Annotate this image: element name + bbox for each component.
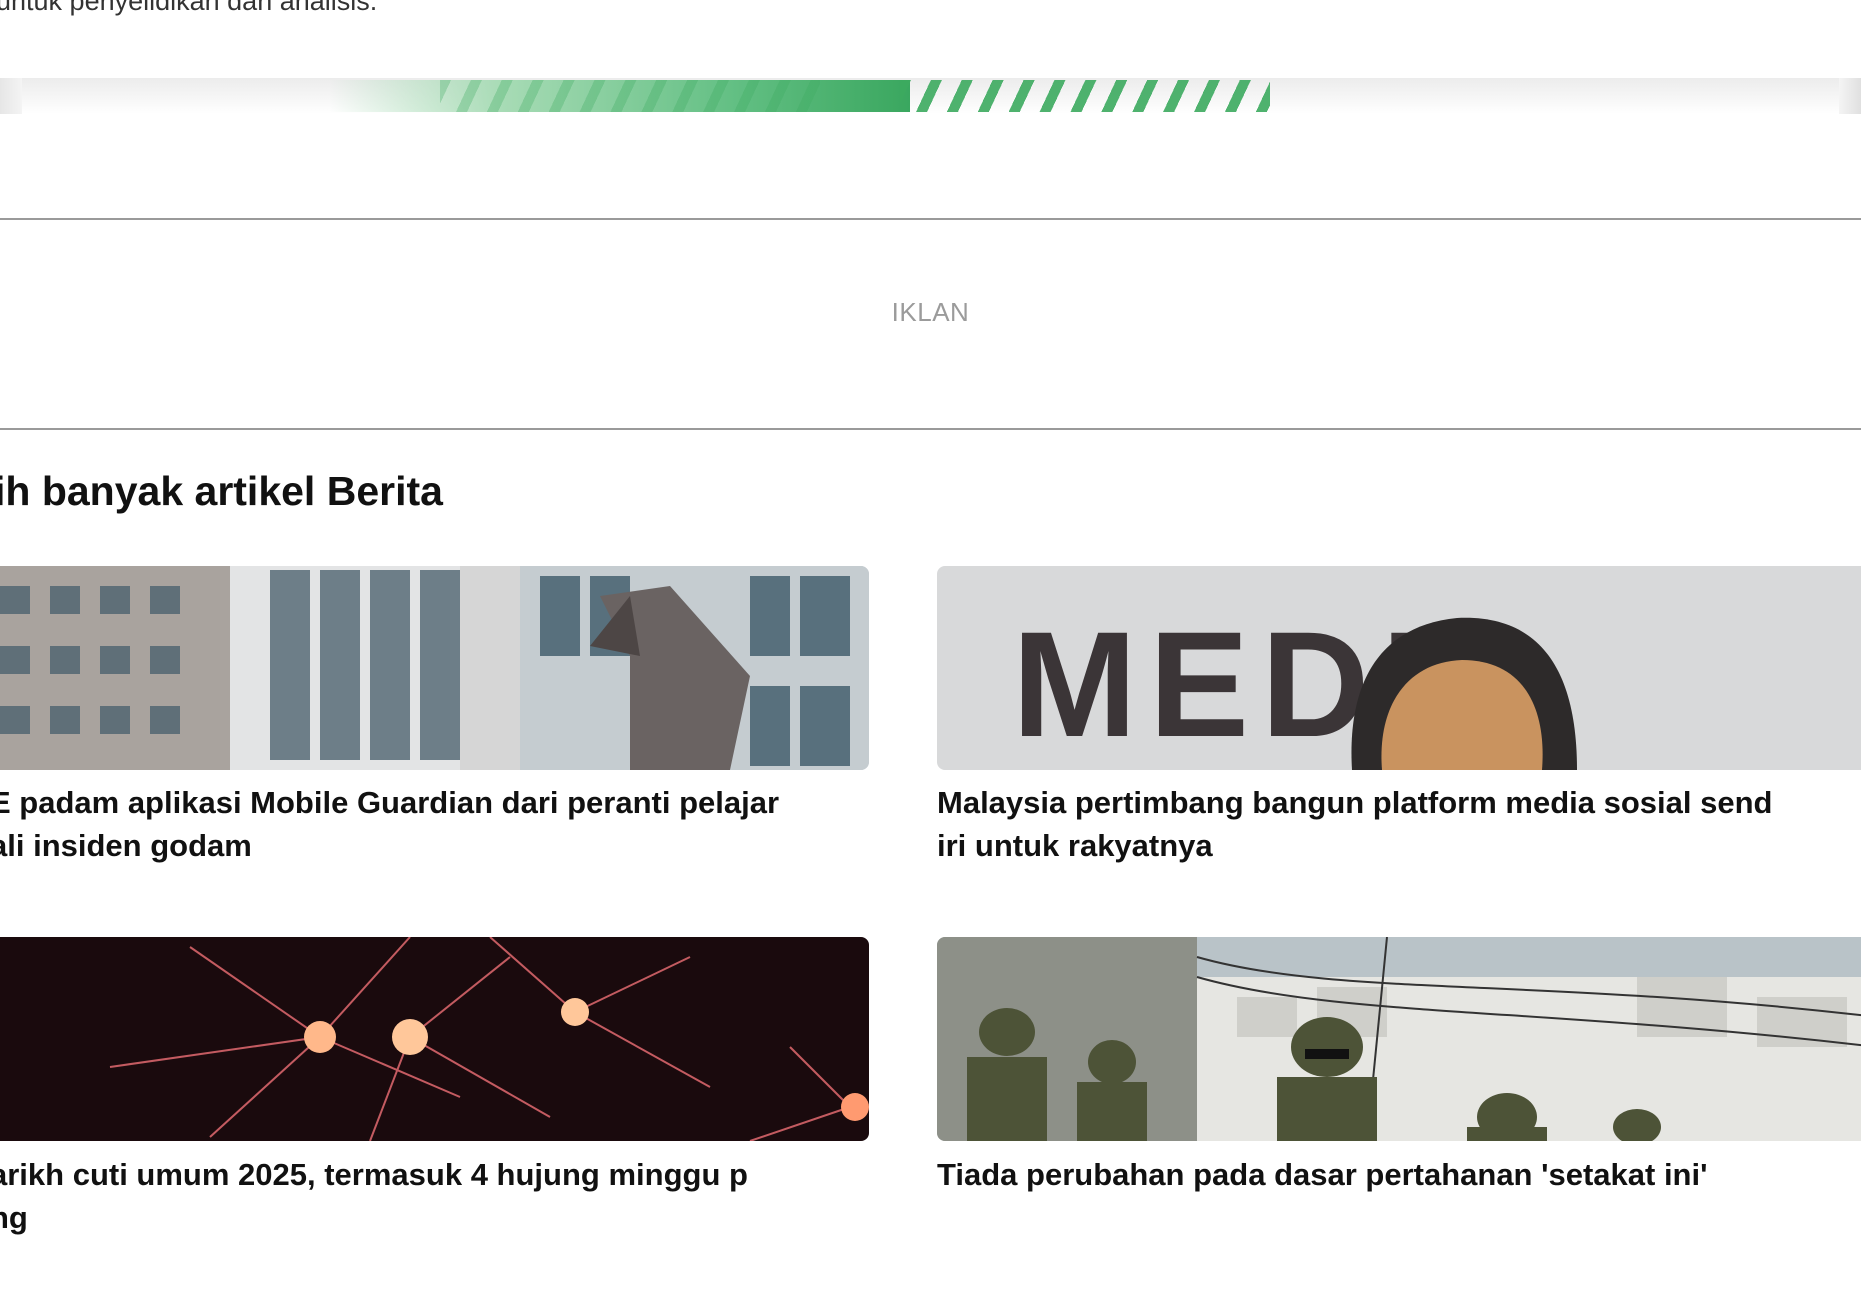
headline-line[interactable]: Tiada perubahan pada dasar pertahanan 's… bbox=[937, 1153, 1707, 1196]
headline-line[interactable]: ng bbox=[0, 1196, 748, 1239]
strip-right-edge bbox=[1839, 78, 1861, 114]
article-headline[interactable]: Tiada perubahan pada dasar pertahanan 's… bbox=[937, 1153, 1707, 1196]
headline-line[interactable]: arikh cuti umum 2025, termasuk 4 hujung … bbox=[0, 1153, 748, 1196]
ad-label: IKLAN bbox=[891, 297, 970, 327]
article-image[interactable] bbox=[937, 937, 1861, 1141]
headline-line[interactable]: iri untuk rakyatnya bbox=[937, 824, 1772, 867]
soldiers-image bbox=[937, 937, 1861, 1141]
article-image[interactable]: MEDIA bbox=[937, 566, 1861, 770]
progress-stripes-light bbox=[440, 80, 820, 112]
page: untuk penyelidikan dan analisis. IKLAN i… bbox=[0, 0, 1861, 1296]
article-image[interactable] bbox=[0, 937, 869, 1141]
ad-divider-bottom bbox=[0, 428, 1861, 430]
fireworks-image bbox=[0, 937, 869, 1141]
progress-strip bbox=[0, 78, 1861, 114]
ad-divider-top bbox=[0, 218, 1861, 220]
progress-stripes-dark bbox=[900, 80, 1270, 112]
section-title: ih banyak artikel Berita bbox=[0, 468, 443, 514]
headline-line[interactable]: ali insiden godam bbox=[0, 824, 779, 867]
article-headline[interactable]: E padam aplikasi Mobile Guardian dari pe… bbox=[0, 781, 779, 867]
media-backdrop-image: MEDIA bbox=[937, 566, 1861, 770]
article-headline[interactable]: Malaysia pertimbang bangun platform medi… bbox=[937, 781, 1772, 867]
article-headline[interactable]: arikh cuti umum 2025, termasuk 4 hujung … bbox=[0, 1153, 748, 1239]
article-image[interactable] bbox=[0, 566, 869, 770]
strip-left-edge bbox=[0, 78, 22, 114]
headline-line[interactable]: Malaysia pertimbang bangun platform medi… bbox=[937, 781, 1772, 824]
headline-line[interactable]: E padam aplikasi Mobile Guardian dari pe… bbox=[0, 781, 779, 824]
building-image bbox=[0, 566, 869, 770]
intro-text: untuk penyelidikan dan analisis. bbox=[0, 0, 378, 16]
